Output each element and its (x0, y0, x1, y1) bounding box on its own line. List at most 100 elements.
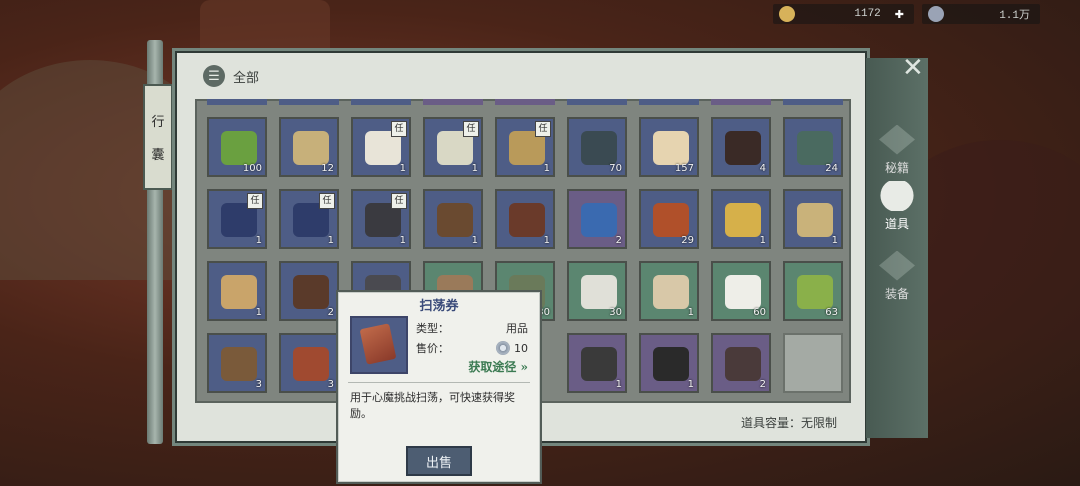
item-slot[interactable]: 3 (279, 333, 339, 393)
filter-dropdown[interactable]: ☰ 全部 (203, 65, 259, 87)
item-count: 2 (327, 307, 334, 318)
item-slot[interactable]: 任1 (207, 189, 267, 249)
item-slot[interactable]: 100 (207, 117, 267, 177)
resource-bar: 1172 ✚ 1.1万 (772, 4, 1040, 24)
task-badge: 任 (247, 193, 263, 209)
capacity-label: 道具容量：无限制 (740, 416, 837, 430)
item-type-row: 类型： 用品 (416, 320, 528, 336)
silver-coin-icon (928, 6, 944, 22)
tab-label: 道具 (884, 216, 909, 231)
pearl-icon (581, 203, 617, 237)
item-count: 12 (321, 163, 334, 174)
close-icon[interactable]: ✕ (902, 55, 924, 81)
gourd-bottle-icon (221, 131, 257, 165)
filter-label: 全部 (233, 70, 260, 86)
item-count: 3 (255, 379, 262, 390)
item-count: 24 (825, 163, 838, 174)
item-count: 70 (609, 163, 622, 174)
item-slot[interactable]: 24 (783, 117, 843, 177)
add-icon[interactable]: ✚ (895, 8, 904, 21)
item-slot[interactable]: 1 (207, 261, 267, 321)
task-badge: 任 (391, 121, 407, 137)
scroll-bundle-icon (437, 203, 473, 237)
tab-secret-books[interactable]: 秘籍 (870, 120, 924, 180)
item-count: 1 (543, 163, 550, 174)
item-slot[interactable]: 1 (639, 333, 699, 393)
rice-basket-icon (653, 275, 689, 309)
item-slot[interactable]: 任1 (279, 189, 339, 249)
item-slot-partial[interactable] (783, 99, 843, 105)
type-label: 类型： (416, 322, 449, 335)
item-slot[interactable]: 1 (495, 189, 555, 249)
empty-slot[interactable] (783, 333, 843, 393)
item-slot[interactable]: 1 (423, 189, 483, 249)
log-icon (293, 275, 329, 309)
item-count: 1 (255, 235, 262, 246)
item-slot-partial[interactable] (207, 99, 267, 105)
chest-icon (725, 347, 761, 381)
item-slot-partial[interactable] (567, 99, 627, 105)
gold-ingot-icon (778, 6, 795, 22)
item-count: 1 (615, 379, 622, 390)
item-slot[interactable]: 任1 (351, 189, 411, 249)
item-slot[interactable]: 1 (639, 261, 699, 321)
task-badge: 任 (319, 193, 335, 209)
item-slot[interactable]: 1 (567, 333, 627, 393)
item-slot[interactable]: 1 (783, 189, 843, 249)
item-slot[interactable]: 60 (711, 261, 771, 321)
item-slot[interactable]: 任1 (495, 117, 555, 177)
item-slot-partial[interactable] (711, 99, 771, 105)
item-slot[interactable]: 29 (639, 189, 699, 249)
item-count: 2 (615, 235, 622, 246)
item-slot[interactable]: 12 (279, 117, 339, 177)
category-tabs: 秘籍 道具 装备 (866, 58, 928, 438)
item-slot-partial[interactable] (279, 99, 339, 105)
item-count: 30 (609, 307, 622, 318)
item-count: 157 (674, 163, 694, 174)
item-count: 60 (753, 307, 766, 318)
task-badge: 任 (463, 121, 479, 137)
item-slot-partial[interactable] (495, 99, 555, 105)
soup-bowl-icon (797, 203, 833, 237)
item-slot-partial[interactable] (351, 99, 411, 105)
axe-icon (221, 347, 257, 381)
tab-items[interactable]: 道具 (870, 176, 924, 236)
item-count: 1 (831, 235, 838, 246)
herb-pouch-icon (293, 131, 329, 165)
item-slot[interactable]: 任1 (351, 117, 411, 177)
item-slot[interactable]: 1 (711, 189, 771, 249)
scroll-icon (293, 347, 329, 381)
item-slot[interactable]: 2 (711, 333, 771, 393)
item-slot-partial[interactable] (423, 99, 483, 105)
item-slot-partial[interactable] (639, 99, 699, 105)
item-price-row: 售价： 10 (416, 340, 528, 356)
item-slot[interactable]: 任1 (423, 117, 483, 177)
item-slot[interactable]: 2 (567, 189, 627, 249)
item-count: 1 (471, 163, 478, 174)
tag-char-1: 行 (151, 115, 165, 130)
item-slot[interactable]: 70 (567, 117, 627, 177)
item-slot[interactable]: 4 (711, 117, 771, 177)
item-slot[interactable]: 63 (783, 261, 843, 321)
tab-equipment[interactable]: 装备 (870, 246, 924, 306)
acquire-link[interactable]: 获取途径 » (468, 358, 528, 375)
cloth-icon (653, 131, 689, 165)
item-slot[interactable]: 3 (207, 333, 267, 393)
item-slot[interactable]: 157 (639, 117, 699, 177)
scroll-bundle-icon (509, 203, 545, 237)
item-count: 2 (759, 379, 766, 390)
chest-icon (653, 347, 689, 381)
item-count: 1 (399, 235, 406, 246)
item-slot[interactable]: 2 (279, 261, 339, 321)
item-count: 63 (825, 307, 838, 318)
menu-icon[interactable]: ☰ (203, 65, 225, 87)
item-tooltip: 扫荡券 类型： 用品 售价： 10 获取途径 » 用于心魔挑战扫荡，可快速获得奖… (336, 290, 542, 484)
zongzi-icon (797, 275, 833, 309)
item-slot[interactable]: 30 (567, 261, 627, 321)
fish-plate-icon (221, 275, 257, 309)
item-description: 用于心魔挑战扫荡，可快速获得奖励。 (350, 391, 515, 420)
item-count: 1 (255, 307, 262, 318)
rice-bowl-icon (725, 275, 761, 309)
sell-button[interactable]: 出售 (406, 446, 472, 476)
gold-resource: 1172 ✚ (772, 4, 914, 24)
